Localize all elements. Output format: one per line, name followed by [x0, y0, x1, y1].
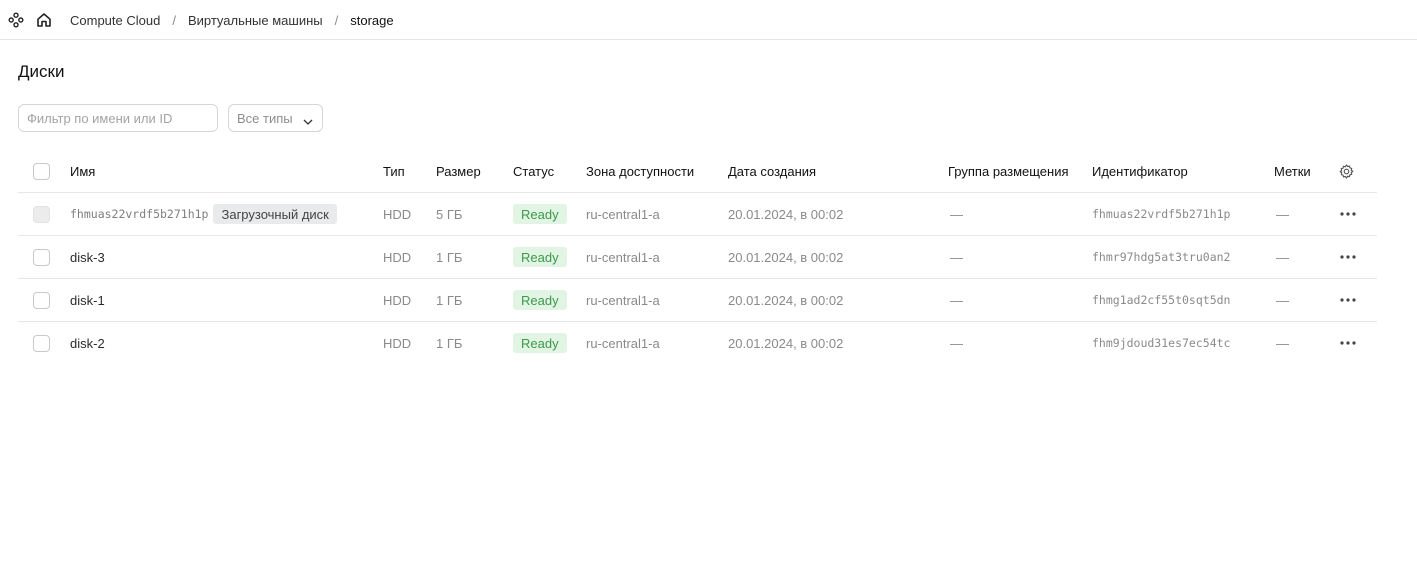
- status-badge: Ready: [513, 333, 567, 353]
- table-row[interactable]: fhmuas22vrdf5b271h1p Загрузочный диск HD…: [18, 193, 1377, 236]
- select-all-cell: [33, 150, 50, 192]
- table-row[interactable]: disk-2 HDD 1 ГБ Ready ru-central1-a 20.0…: [18, 322, 1377, 365]
- disk-created: 20.01.2024, в 00:02: [728, 335, 844, 351]
- status-cell: Ready: [513, 322, 567, 364]
- disk-id: fhm9jdoud31es7ec54tc: [1092, 336, 1231, 350]
- row-checkbox[interactable]: [33, 334, 50, 352]
- column-header-labels[interactable]: Метки: [1274, 150, 1311, 192]
- disk-name[interactable]: disk-3: [70, 236, 105, 278]
- breadcrumb-compute-cloud[interactable]: Compute Cloud: [70, 13, 160, 28]
- breadcrumb-virtual-machines[interactable]: Виртуальные машины: [188, 13, 323, 28]
- more-horizontal-icon[interactable]: [1338, 333, 1358, 353]
- row-checkbox: [33, 205, 50, 223]
- column-header-placement-group[interactable]: Группа размещения: [948, 150, 1069, 192]
- chevron-down-icon: [303, 114, 313, 129]
- disk-zone: ru-central1-a: [586, 206, 660, 222]
- disk-labels: —: [1276, 335, 1289, 351]
- disk-type: HDD: [383, 206, 412, 222]
- services-icon[interactable]: [7, 11, 25, 29]
- disk-placement-group: —: [950, 249, 963, 265]
- type-select[interactable]: Все типы: [228, 104, 323, 132]
- row-checkbox[interactable]: [33, 291, 50, 309]
- more-horizontal-icon[interactable]: [1338, 247, 1358, 267]
- table-row[interactable]: disk-3 HDD 1 ГБ Ready ru-central1-a 20.0…: [18, 236, 1377, 279]
- search-input[interactable]: [18, 104, 218, 132]
- column-header-id[interactable]: Идентификатор: [1092, 150, 1188, 192]
- disks-table: Имя Тип Размер Статус Зона доступности Д…: [18, 150, 1377, 365]
- breadcrumb: Compute Cloud / Виртуальные машины / sto…: [70, 0, 394, 40]
- column-header-name[interactable]: Имя: [70, 150, 95, 192]
- disk-id: fhmg1ad2cf55t0sqt5dn: [1092, 293, 1231, 307]
- disk-zone: ru-central1-a: [586, 292, 660, 308]
- status-cell: Ready: [513, 279, 567, 321]
- disk-labels: —: [1276, 206, 1289, 222]
- disk-name[interactable]: disk-2: [70, 322, 105, 364]
- disk-name-text: fhmuas22vrdf5b271h1p: [70, 207, 209, 221]
- disk-type: HDD: [383, 335, 412, 351]
- status-cell: Ready: [513, 236, 567, 278]
- table-row[interactable]: disk-1 HDD 1 ГБ Ready ru-central1-a 20.0…: [18, 279, 1377, 322]
- disk-size: 1 ГБ: [436, 249, 463, 265]
- status-badge: Ready: [513, 247, 567, 267]
- type-select-value: Все типы: [237, 110, 293, 126]
- disk-placement-group: —: [950, 206, 963, 222]
- disk-created: 20.01.2024, в 00:02: [728, 249, 844, 265]
- table-header: Имя Тип Размер Статус Зона доступности Д…: [18, 150, 1377, 193]
- disk-size: 1 ГБ: [436, 292, 463, 308]
- row-checkbox-cell: [33, 236, 50, 278]
- gear-icon[interactable]: [1338, 150, 1355, 192]
- row-actions-cell: [1338, 193, 1358, 235]
- select-all-checkbox[interactable]: [33, 162, 50, 180]
- disk-name[interactable]: fhmuas22vrdf5b271h1p Загрузочный диск: [70, 193, 337, 235]
- disk-created: 20.01.2024, в 00:02: [728, 292, 844, 308]
- row-actions-cell: [1338, 236, 1358, 278]
- status-badge: Ready: [513, 204, 567, 224]
- disk-labels: —: [1276, 249, 1289, 265]
- more-horizontal-icon[interactable]: [1338, 204, 1358, 224]
- disk-id: fhmr97hdg5at3tru0an2: [1092, 250, 1231, 264]
- row-checkbox-cell: [33, 279, 50, 321]
- status-cell: Ready: [513, 193, 567, 235]
- breadcrumb-separator: /: [334, 12, 339, 28]
- row-actions-cell: [1338, 279, 1358, 321]
- column-header-size[interactable]: Размер: [436, 150, 481, 192]
- disk-type: HDD: [383, 249, 412, 265]
- disk-placement-group: —: [950, 292, 963, 308]
- disk-created: 20.01.2024, в 00:02: [728, 206, 844, 222]
- disk-size: 1 ГБ: [436, 335, 463, 351]
- disk-size: 5 ГБ: [436, 206, 463, 222]
- row-checkbox-cell: [33, 322, 50, 364]
- disk-type: HDD: [383, 292, 412, 308]
- disk-name[interactable]: disk-1: [70, 279, 105, 321]
- column-header-status[interactable]: Статус: [513, 150, 554, 192]
- row-checkbox-cell: [33, 193, 50, 235]
- disk-id: fhmuas22vrdf5b271h1p: [1092, 207, 1231, 221]
- row-checkbox[interactable]: [33, 248, 50, 266]
- disk-zone: ru-central1-a: [586, 249, 660, 265]
- row-actions-cell: [1338, 322, 1358, 364]
- disk-labels: —: [1276, 292, 1289, 308]
- status-badge: Ready: [513, 290, 567, 310]
- disk-placement-group: —: [950, 335, 963, 351]
- home-icon[interactable]: [35, 11, 53, 29]
- disk-zone: ru-central1-a: [586, 335, 660, 351]
- top-bar: Compute Cloud / Виртуальные машины / sto…: [0, 0, 1417, 40]
- breadcrumb-separator: /: [172, 12, 176, 28]
- page-title: Диски: [18, 62, 65, 81]
- boot-disk-tag: Загрузочный диск: [213, 204, 337, 224]
- breadcrumb-current: storage: [350, 12, 394, 28]
- more-horizontal-icon[interactable]: [1338, 290, 1358, 310]
- column-header-created[interactable]: Дата создания: [728, 150, 816, 192]
- column-header-zone[interactable]: Зона доступности: [586, 150, 694, 192]
- column-header-type[interactable]: Тип: [383, 150, 405, 192]
